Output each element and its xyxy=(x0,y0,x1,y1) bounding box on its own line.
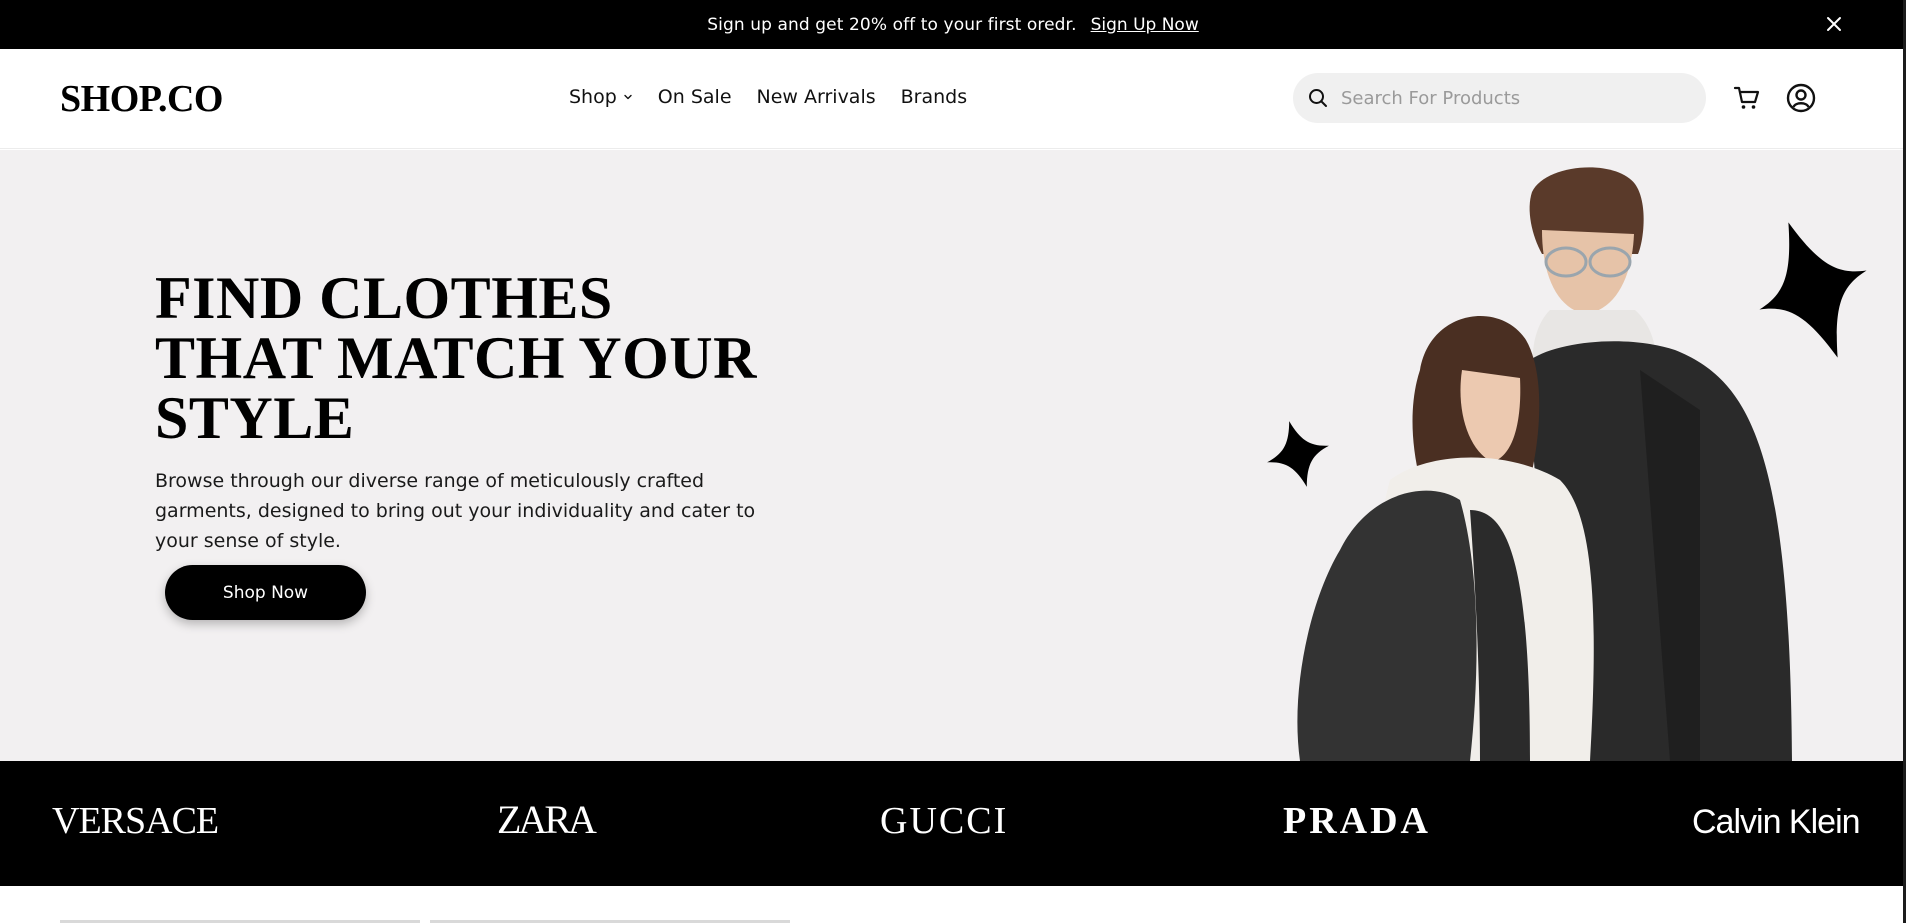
hero-description: Browse through our diverse range of meti… xyxy=(155,470,756,552)
close-icon[interactable] xyxy=(1824,14,1844,34)
search-icon xyxy=(1309,89,1327,107)
nav-item-label: Brands xyxy=(900,86,968,108)
shop-now-button[interactable]: Shop Now xyxy=(165,565,366,620)
sparkle-icon xyxy=(1759,222,1867,358)
announcement-text: Sign up and get 20% off to your first or… xyxy=(707,14,1077,35)
account-icon[interactable] xyxy=(1786,83,1816,113)
brand-strip: VERSACE ZARA GUCCI PRADA Calvin Klein xyxy=(0,761,1903,886)
hero-section: FIND CLOTHES THAT MATCH YOUR STYLE Brows… xyxy=(0,150,1903,761)
cart-icon[interactable] xyxy=(1733,84,1761,112)
nav-item-brands[interactable]: Brands xyxy=(901,86,968,108)
nav-item-on-sale[interactable]: On Sale xyxy=(658,86,732,108)
chevron-down-icon xyxy=(624,94,632,100)
nav-item-label: On Sale xyxy=(657,86,732,108)
search-input[interactable] xyxy=(1341,87,1681,109)
hero-title-line: FIND CLOTHES xyxy=(155,265,613,331)
announcement-bar: Sign up and get 20% off to your first or… xyxy=(0,0,1906,49)
next-section-edge xyxy=(0,886,1903,923)
hero-title: FIND CLOTHES THAT MATCH YOUR STYLE xyxy=(155,268,795,448)
nav-item-new-arrivals[interactable]: New Arrivals xyxy=(757,86,876,108)
search-bar[interactable] xyxy=(1293,73,1706,123)
hero-title-line: THAT MATCH YOUR xyxy=(155,325,757,391)
hero-image xyxy=(1267,167,1867,761)
main-nav: Shop On Sale New Arrivals Brands xyxy=(569,86,967,108)
sign-up-link[interactable]: Sign Up Now xyxy=(1091,15,1199,35)
brand-logo-zara[interactable]: ZARA xyxy=(497,796,597,843)
brand-logo-calvin-klein[interactable]: Calvin Klein xyxy=(1692,803,1861,842)
brand-logo-versace[interactable]: VERSACE xyxy=(52,799,219,843)
nav-item-label: New Arrivals xyxy=(756,86,876,108)
site-logo[interactable]: SHOP.CO xyxy=(60,77,223,121)
site-header: SHOP.CO Shop On Sale New Arrivals Brands xyxy=(0,49,1903,149)
hero-title-line: STYLE xyxy=(155,385,355,451)
brand-logo-prada[interactable]: PRADA xyxy=(1283,799,1431,843)
brand-logo-gucci[interactable]: GUCCI xyxy=(880,799,1008,843)
nav-item-label: Shop xyxy=(569,86,617,108)
nav-item-shop[interactable]: Shop xyxy=(569,86,633,108)
sparkle-icon xyxy=(1267,421,1329,487)
